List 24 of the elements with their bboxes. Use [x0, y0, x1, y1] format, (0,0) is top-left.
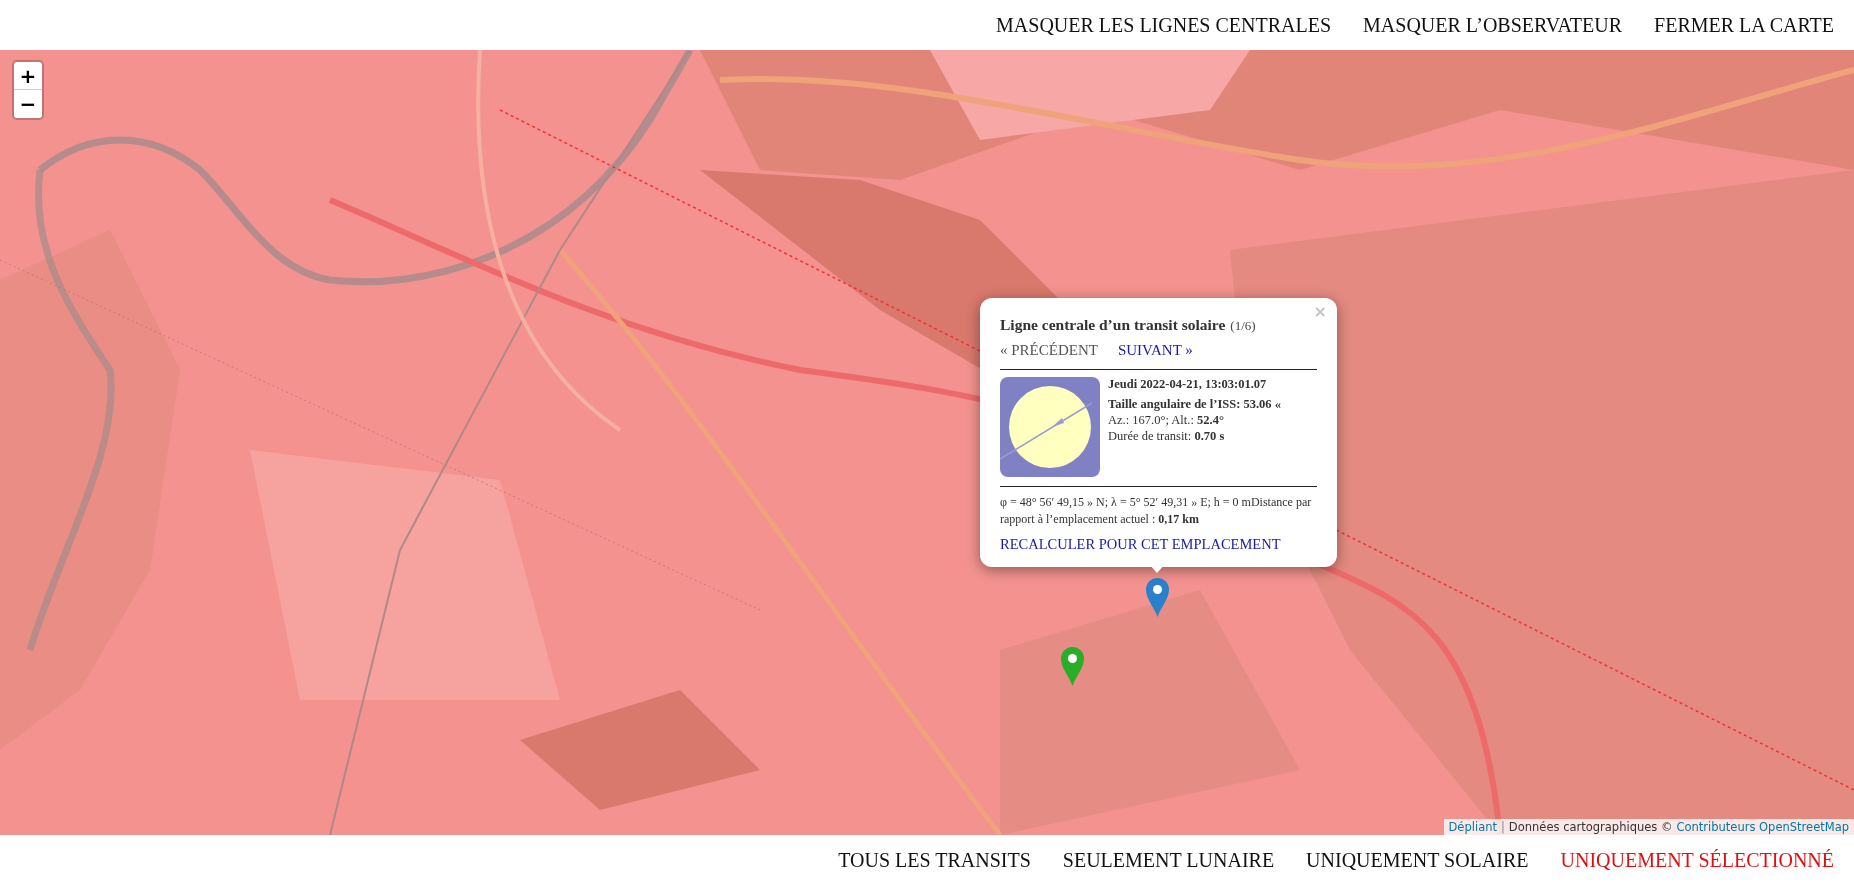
popup-title: Ligne centrale d’un transit solaire: [1000, 316, 1226, 334]
attribution-text: Données cartographiques ©: [1508, 820, 1673, 834]
nav-link[interactable]: MASQUER LES LIGNES CENTRALES: [996, 13, 1332, 37]
nav-link[interactable]: FERMER LA CARTE: [1654, 13, 1834, 37]
filter-link[interactable]: UNIQUEMENT SÉLECTIONNÉ: [1560, 849, 1834, 872]
zoom-in-button[interactable]: +: [14, 62, 42, 90]
separator: |: [1501, 820, 1505, 834]
filter-link[interactable]: TOUS LES TRANSITS: [838, 849, 1031, 872]
map-marker-icon[interactable]: [1060, 646, 1085, 687]
filter-link[interactable]: SEULEMENT LUNAIRE: [1062, 849, 1275, 872]
map-marker-icon[interactable]: [1145, 577, 1170, 618]
recalculate-link[interactable]: RECALCULER POUR CET EMPLACEMENT: [1000, 536, 1281, 553]
transit-detail: Taille angulaire de l’ISS: 53.06 «: [1108, 397, 1281, 412]
transit-detail: Az.: 167.0°; Alt.: 52.4°: [1108, 413, 1225, 428]
leaflet-link[interactable]: Dépliant: [1448, 820, 1497, 834]
zoom-out-button[interactable]: −: [14, 90, 42, 118]
next-link[interactable]: SUIVANT »: [1117, 342, 1193, 359]
nav-link[interactable]: MASQUER L’OBSERVATEUR: [1363, 13, 1623, 37]
location-text: φ = 48° 56′ 49,15 » N; λ = 5° 52′ 49,31 » E; h = 0 mDistance par rapport à l’emplacement actuel : 0,17 km: [1000, 494, 1313, 528]
transit-date: Jeudi 2022-04-21, 13:03:01.07: [1108, 377, 1268, 392]
osm-link[interactable]: Contributeurs OpenStreetMap: [1676, 820, 1849, 834]
filter-link[interactable]: UNIQUEMENT SOLAIRE: [1306, 849, 1529, 872]
popup-counter: (1/6): [1230, 318, 1256, 334]
transit-detail: Durée de transit: 0.70 s: [1108, 429, 1226, 444]
